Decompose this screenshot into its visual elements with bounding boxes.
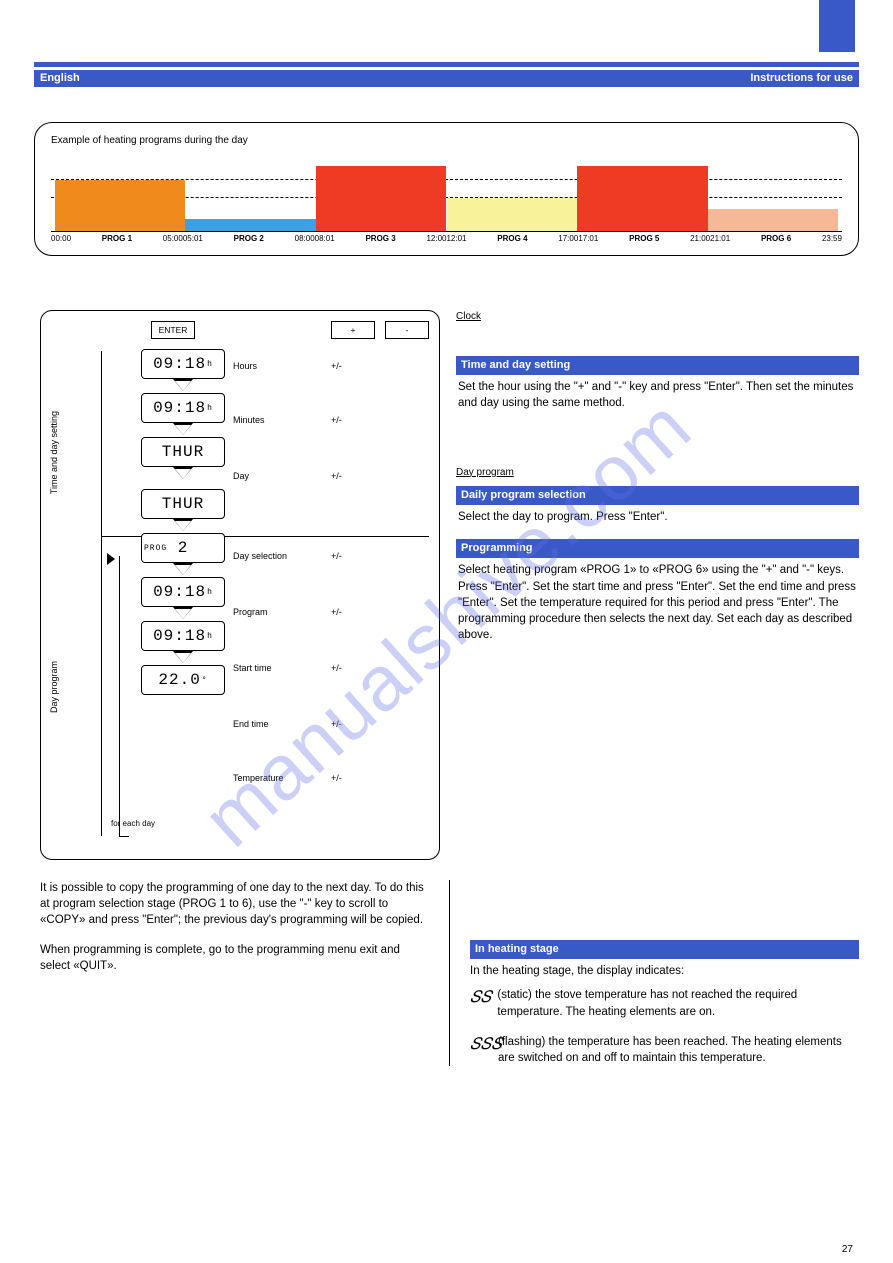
note-text: It is possible to copy the programming o… [40, 880, 429, 928]
icon-state-label: (flashing) [498, 1036, 545, 1048]
flow-loop-line [119, 556, 120, 836]
heat-low-icon: 𝑆𝑆 [470, 987, 491, 1019]
chart-area [51, 152, 842, 232]
step-label: Hours [233, 361, 257, 371]
arrow-down-icon [175, 653, 191, 663]
step-keys: +/- [331, 607, 342, 617]
flow-loop-h [119, 836, 129, 837]
chart-bar [316, 166, 447, 231]
chart-panel: Example of heating programs during the d… [34, 122, 859, 256]
plus-key-box: + [331, 321, 375, 339]
column-divider [449, 880, 450, 1066]
step-label: Day selection [233, 551, 287, 561]
dayprog-label: Day program [456, 466, 859, 480]
chart-bar [185, 219, 316, 231]
lcd-display: 09:18h [141, 349, 225, 379]
arrow-down-icon [175, 425, 191, 435]
heat-high-icon: 𝑆𝑆𝑆 [470, 1034, 492, 1066]
flowchart-panel: ENTER + - Time and day setting Day progr… [40, 310, 440, 860]
note-text: When programming is complete, go to the … [40, 942, 429, 974]
icon-state-text: the temperature has been reached. The he… [498, 1036, 842, 1064]
step-label: Day [233, 471, 249, 481]
arrow-down-icon [175, 609, 191, 619]
step-keys: +/- [331, 719, 342, 729]
enter-key-box: ENTER [151, 321, 195, 339]
instructions-right-col: Clock Time and day setting Set the hour … [456, 310, 859, 657]
icon-state-text: the stove temperature has not reached th… [497, 989, 797, 1017]
header-band: English Instructions for use [34, 62, 859, 87]
chart-bar [708, 209, 839, 231]
flow-vline [101, 351, 102, 536]
step-keys: +/- [331, 361, 342, 371]
arrow-down-icon [175, 381, 191, 391]
minus-key-box: - [385, 321, 429, 339]
chart-bar [447, 198, 578, 231]
step-label: Start time [233, 663, 272, 673]
lcd-display: THUR [141, 489, 225, 519]
section-heading: Daily program selection [456, 486, 859, 505]
bottom-columns: It is possible to copy the programming o… [40, 880, 859, 1066]
chart-bar [577, 166, 708, 231]
section-text: Select heating program «PROG 1» to «PROG… [456, 562, 859, 642]
arrow-down-icon [175, 469, 191, 479]
clock-label: Clock [456, 310, 859, 324]
lead-text: In the heating stage, the display indica… [470, 963, 859, 979]
flow-vline [101, 536, 102, 836]
header-left: English [40, 72, 80, 85]
loop-arrow-icon [107, 553, 115, 565]
arrow-down-icon [175, 521, 191, 531]
flow-section-label: Time and day setting [49, 411, 59, 494]
page-number: 27 [842, 1244, 853, 1255]
lcd-display: 22.0° [141, 665, 225, 695]
section-text: Set the hour using the "+" and "-" key a… [456, 379, 859, 411]
chart-bar [55, 180, 186, 231]
step-keys: +/- [331, 551, 342, 561]
lcd-display: 09:18h [141, 621, 225, 651]
lcd-display: 09:18h [141, 577, 225, 607]
section-heading: In heating stage [470, 940, 859, 959]
page-corner-tab [819, 0, 855, 52]
step-label: End time [233, 719, 269, 729]
lcd-display: PROG2 [141, 533, 225, 563]
section-text: Select the day to program. Press "Enter"… [456, 509, 859, 525]
step-label: Program [233, 607, 268, 617]
step-keys: +/- [331, 773, 342, 783]
loop-label: for each day [111, 819, 155, 828]
flow-section-label: Day program [49, 661, 59, 713]
section-heading: Programming [456, 539, 859, 558]
lcd-display: 09:18h [141, 393, 225, 423]
step-keys: +/- [331, 471, 342, 481]
step-label: Minutes [233, 415, 265, 425]
chart-title: Example of heating programs during the d… [51, 135, 842, 146]
section-heading: Time and day setting [456, 356, 859, 375]
arrow-down-icon [175, 565, 191, 575]
chart-x-axis: 00:00PROG 105:00 05:01PROG 208:00 08:01P… [51, 234, 842, 243]
icon-state-label: (static) [497, 989, 532, 1001]
step-keys: +/- [331, 415, 342, 425]
step-keys: +/- [331, 663, 342, 673]
step-label: Temperature [233, 773, 284, 783]
header-right: Instructions for use [750, 72, 853, 85]
lcd-display: THUR [141, 437, 225, 467]
